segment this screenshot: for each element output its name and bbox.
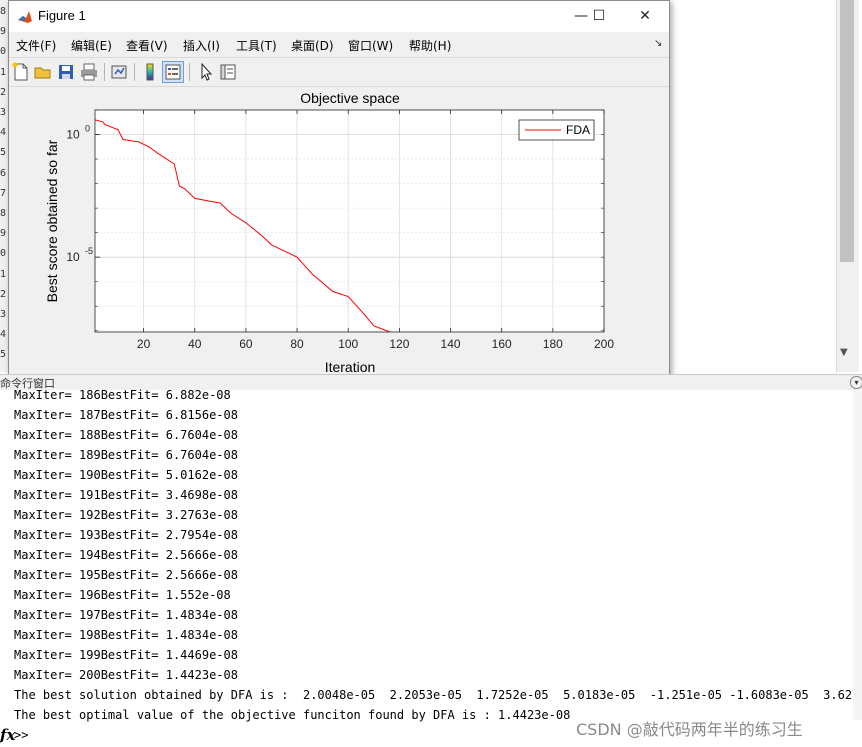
menu-insert[interactable]: 插入(I) — [183, 37, 220, 54]
figure-plot-area: 20 40 60 80 100 120 140 160 180 20010 010 -5 Object… — [9, 87, 669, 375]
panel-menu-icon[interactable]: ▾ — [850, 376, 862, 389]
dock-arrow-icon[interactable]: ↘ — [654, 38, 662, 49]
command-prompt[interactable]: >> — [14, 728, 28, 742]
x-tick-label: 80 — [290, 337, 304, 351]
menu-tools[interactable]: 工具(T) — [236, 37, 277, 54]
matlab-logo-icon — [17, 9, 33, 25]
menu-bar: 文件(F) 编辑(E) 查看(V) 插入(I) 工具(T) 桌面(D) 窗口(W… — [9, 33, 669, 55]
command-output-line: MaxIter= 200BestFit= 1.4423e-08 — [14, 668, 238, 682]
x-axis-label: Iteration — [325, 359, 376, 375]
y-tick-exponent: -5 — [85, 246, 93, 256]
scroll-down-icon[interactable]: ▼ — [840, 347, 848, 358]
x-tick-label: 120 — [389, 337, 409, 351]
command-output-line: MaxIter= 191BestFit= 3.4698e-08 — [14, 488, 238, 502]
x-tick-label: 160 — [492, 337, 512, 351]
command-output-line: MaxIter= 195BestFit= 2.5666e-08 — [14, 568, 238, 582]
close-button[interactable]: ✕ — [625, 5, 665, 27]
watermark-text: CSDN @敲代码两年半的练习生 — [576, 720, 803, 739]
command-output-line: MaxIter= 189BestFit= 6.7604e-08 — [14, 448, 238, 462]
command-output-line: MaxIter= 194BestFit= 2.5666e-08 — [14, 548, 238, 562]
new-figure-icon[interactable] — [11, 62, 31, 82]
toolbar — [9, 57, 669, 87]
legend-label-fda: FDA — [566, 123, 590, 137]
command-output-line: MaxIter= 199BestFit= 1.4469e-08 — [14, 648, 238, 662]
menu-view[interactable]: 查看(V) — [126, 37, 168, 54]
command-window-scrollbar[interactable] — [853, 390, 862, 720]
command-output-line: MaxIter= 186BestFit= 6.882e-08 — [14, 388, 231, 402]
y-tick-label: 10 — [66, 250, 80, 264]
toolbar-separator — [134, 63, 135, 81]
editor-scrollbar-thumb[interactable] — [840, 0, 854, 262]
menu-file[interactable]: 文件(F) — [16, 37, 56, 54]
link-icon[interactable] — [109, 62, 129, 82]
x-tick-label: 100 — [338, 337, 358, 351]
menu-help[interactable]: 帮助(H) — [409, 37, 451, 54]
x-tick-label: 180 — [543, 337, 563, 351]
command-output-line: The best solution obtained by DFA is : 2… — [14, 688, 862, 702]
print-icon[interactable] — [79, 62, 99, 82]
menu-edit[interactable]: 编辑(E) — [71, 37, 112, 54]
x-tick-label: 200 — [594, 337, 614, 351]
command-output-line: MaxIter= 198BestFit= 1.4834e-08 — [14, 628, 238, 642]
save-icon[interactable] — [56, 62, 76, 82]
pointer-icon[interactable] — [196, 62, 216, 82]
menu-window[interactable]: 窗口(W) — [348, 37, 393, 54]
legend[interactable]: FDA — [518, 119, 595, 141]
title-bar[interactable]: Figure 1 — ☐ ✕ — [9, 1, 669, 32]
x-tick-label: 60 — [239, 337, 253, 351]
legend-icon[interactable] — [162, 61, 184, 83]
command-output-line: MaxIter= 190BestFit= 5.0162e-08 — [14, 468, 238, 482]
command-output-line: MaxIter= 193BestFit= 2.7954e-08 — [14, 528, 238, 542]
command-output-line: MaxIter= 196BestFit= 1.552e-08 — [14, 588, 231, 602]
command-output-line: MaxIter= 192BestFit= 3.2763e-08 — [14, 508, 238, 522]
x-tick-label: 20 — [137, 337, 151, 351]
y-tick-label: 10 — [66, 128, 80, 142]
chart-title: Objective space — [300, 90, 400, 106]
command-output-line: The best optimal value of the objective … — [14, 708, 571, 722]
command-output-line: MaxIter= 187BestFit= 6.8156e-08 — [14, 408, 238, 422]
x-tick-label: 40 — [188, 337, 202, 351]
y-tick-exponent: 0 — [85, 124, 90, 134]
command-output-line: MaxIter= 197BestFit= 1.4834e-08 — [14, 608, 238, 622]
command-output-line: MaxIter= 188BestFit= 6.7604e-08 — [14, 428, 238, 442]
open-file-icon[interactable] — [33, 62, 53, 82]
toolbar-separator — [189, 63, 190, 81]
window-title: Figure 1 — [38, 8, 86, 23]
menu-desktop[interactable]: 桌面(D) — [291, 37, 334, 54]
figure-window: Figure 1 — ☐ ✕ 文件(F) 编辑(E) 查看(V) 插入(I) 工… — [8, 0, 670, 377]
colorbar-icon[interactable] — [140, 62, 160, 82]
toolbar-separator — [104, 63, 105, 81]
y-axis-label: Best score obtained so far — [44, 139, 60, 302]
property-editor-icon[interactable] — [218, 62, 238, 82]
x-tick-label: 140 — [441, 337, 461, 351]
axes-background[interactable] — [95, 110, 604, 332]
maximize-button[interactable]: ☐ — [579, 5, 619, 27]
